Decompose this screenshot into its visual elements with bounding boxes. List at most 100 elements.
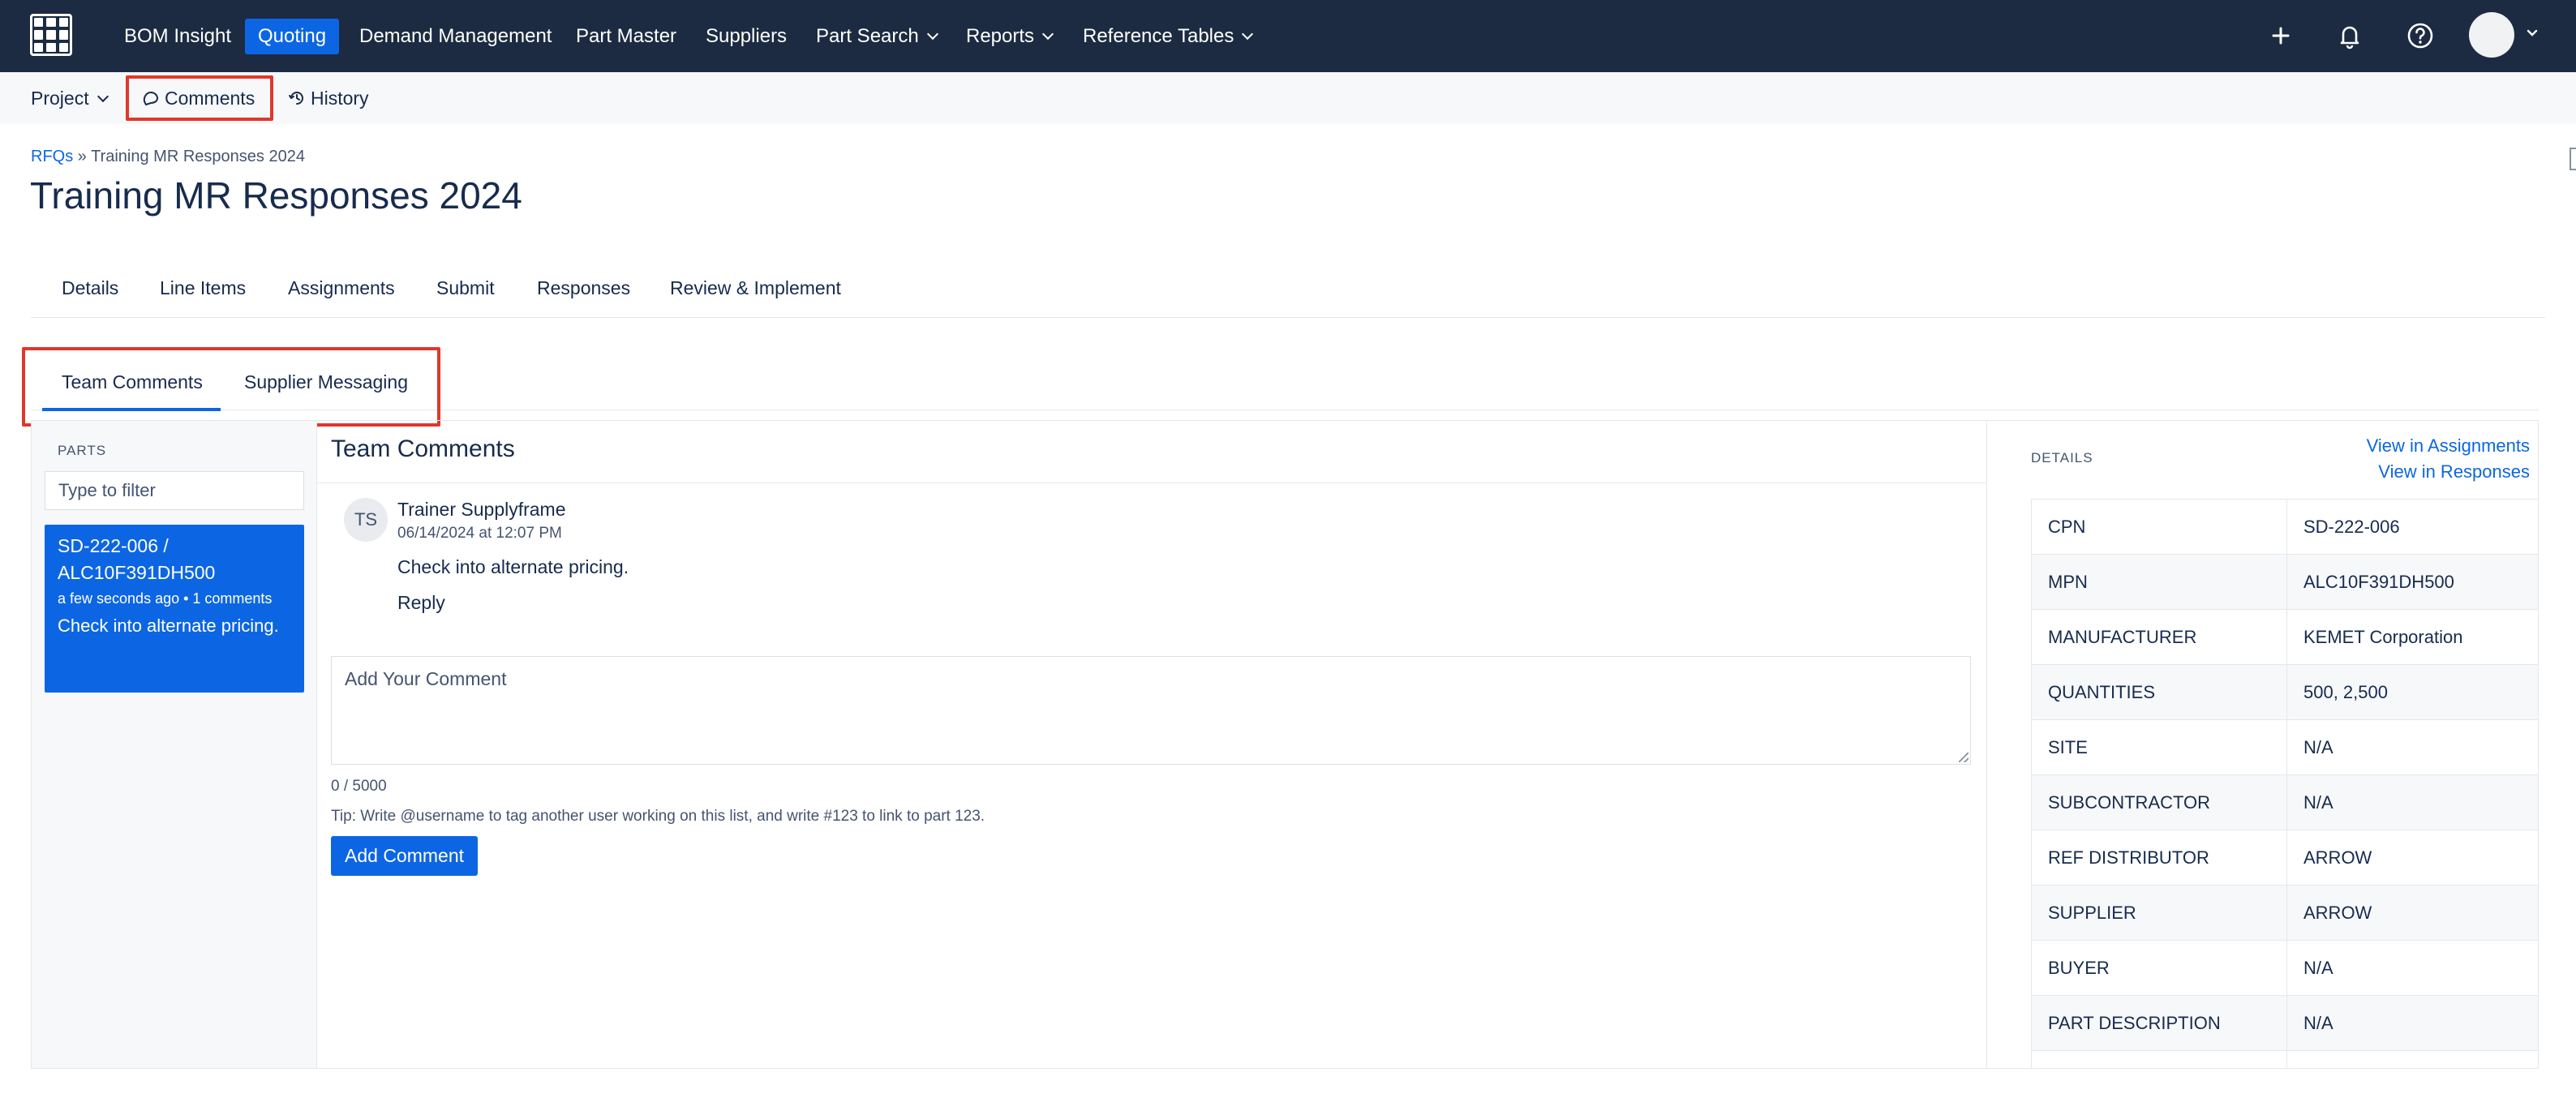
- project-menu[interactable]: Project: [31, 80, 109, 116]
- part-list-item[interactable]: SD-222-006 / ALC10F391DH500 a few second…: [45, 525, 304, 693]
- part-card-id: SD-222-006 /: [58, 535, 169, 556]
- detail-key: CPN: [2031, 499, 2287, 555]
- table-row: MPN ALC10F391DH500: [2031, 554, 2538, 610]
- project-menu-label: Project: [31, 88, 89, 109]
- table-row: BUYER N/A: [2031, 940, 2538, 996]
- detail-key: MPN: [2031, 554, 2287, 610]
- nav-reference-tables-label: Reference Tables: [1083, 25, 1234, 47]
- team-comments-section: Team Comments TS Trainer Supplyframe 06/…: [317, 421, 1986, 1068]
- comment-tip: Tip: Write @username to tag another user…: [331, 808, 985, 825]
- part-card-snippet: Check into alternate pricing.: [58, 615, 279, 636]
- comment-body: Check into alternate pricing.: [397, 556, 629, 577]
- detail-value: ARROW: [2286, 885, 2538, 941]
- nav-quoting[interactable]: Quoting: [245, 19, 340, 54]
- tab-responses[interactable]: Responses: [537, 277, 630, 299]
- detail-key: SUPPLIER: [2031, 885, 2287, 941]
- detail-value: N/A: [2286, 719, 2538, 775]
- chevron-down-icon: [926, 28, 938, 41]
- chevron-down-icon: [1242, 28, 1254, 41]
- comment-author: Trainer Supplyframe: [397, 499, 566, 520]
- nav-part-master[interactable]: Part Master: [576, 19, 676, 54]
- reply-link[interactable]: Reply: [397, 592, 445, 614]
- parts-filter-input[interactable]: [45, 471, 304, 510]
- table-row: QUANTITIES 500, 2,500: [2031, 664, 2538, 720]
- chevron-down-icon[interactable]: [2524, 24, 2540, 41]
- detail-value: N/A: [2286, 774, 2538, 830]
- comments-panel: PARTS SD-222-006 / ALC10F391DH500 a few …: [31, 420, 2539, 1069]
- tab-details[interactable]: Details: [62, 277, 118, 299]
- breadcrumb-current: Training MR Responses 2024: [91, 148, 305, 165]
- nav-demand-management[interactable]: Demand Management: [359, 19, 552, 54]
- detail-value: ARROW: [2286, 830, 2538, 886]
- detail-key: SUBCONTRACTOR: [2031, 774, 2287, 830]
- details-label: DETAILS: [2031, 450, 2093, 465]
- nav-reports-label: Reports: [966, 25, 1035, 47]
- detail-value: 1000: [2286, 1050, 2538, 1068]
- tab-assignments[interactable]: Assignments: [288, 277, 395, 299]
- view-in-assignments-link[interactable]: View in Assignments: [2367, 435, 2530, 457]
- detail-value: ALC10F391DH500: [2286, 554, 2538, 610]
- part-details-section: DETAILS View in Assignments View in Resp…: [1986, 421, 2538, 1068]
- top-navigation: BOM Insight Quoting Demand Management Pa…: [0, 0, 2576, 72]
- page-title: Training MR Responses 2024: [30, 174, 522, 217]
- detail-value: N/A: [2286, 940, 2538, 996]
- comment-input[interactable]: [331, 656, 1971, 765]
- character-count: 0 / 5000: [331, 778, 387, 795]
- table-row: REF QUANTITY1000: [2031, 1050, 2538, 1068]
- comment-tabs-highlight-box: [22, 347, 440, 427]
- bell-icon[interactable]: [2332, 18, 2368, 54]
- detail-value: 500, 2,500: [2286, 664, 2538, 720]
- table-row: MANUFACTURER KEMET Corporation: [2031, 609, 2538, 665]
- comments-highlight-box: [126, 75, 273, 121]
- rfq-tabs: Details Line Items Assignments Submit Re…: [31, 268, 2545, 318]
- view-in-responses-link[interactable]: View in Responses: [2378, 461, 2530, 483]
- detail-key: SITE: [2031, 719, 2287, 775]
- table-row: CPN SD-222-006: [2031, 499, 2538, 555]
- detail-key: PART DESCRIPTION: [2031, 995, 2287, 1051]
- nav-part-search-label: Part Search: [816, 25, 919, 47]
- table-row: SUBCONTRACTOR N/A: [2031, 774, 2538, 830]
- help-icon[interactable]: [2402, 18, 2438, 54]
- project-toolbar: Project Comments History: [0, 72, 2576, 124]
- table-row: REF DISTRIBUTOR ARROW: [2031, 830, 2538, 886]
- history-icon: [289, 91, 303, 105]
- app-grid-icon[interactable]: [30, 14, 72, 56]
- detail-value: SD-222-006: [2286, 499, 2538, 555]
- detail-key: QUANTITIES: [2031, 664, 2287, 720]
- comments-title: Team Comments: [331, 435, 515, 462]
- chevron-down-icon: [1041, 28, 1054, 41]
- page-edge-marker: [2570, 148, 2576, 170]
- detail-key: BUYER: [2031, 940, 2287, 996]
- nav-part-search[interactable]: Part Search: [816, 19, 938, 54]
- history-button[interactable]: History: [288, 80, 369, 116]
- add-comment-button[interactable]: Add Comment: [331, 836, 479, 876]
- detail-value: KEMET Corporation: [2286, 609, 2538, 665]
- part-card-mpn: ALC10F391DH500: [58, 562, 216, 583]
- comment-timestamp: 06/14/2024 at 12:07 PM: [397, 525, 562, 542]
- history-label: History: [311, 88, 369, 109]
- detail-key: REF DISTRIBUTOR: [2031, 830, 2287, 886]
- table-row: SITE N/A: [2031, 719, 2538, 775]
- parts-sidebar: PARTS SD-222-006 / ALC10F391DH500 a few …: [32, 421, 317, 1068]
- nav-suppliers[interactable]: Suppliers: [706, 19, 787, 54]
- avatar[interactable]: [2469, 12, 2514, 58]
- breadcrumb-separator: »: [77, 148, 87, 165]
- comment-author-avatar: TS: [344, 498, 388, 542]
- detail-key: MANUFACTURER: [2031, 609, 2287, 665]
- tab-submit[interactable]: Submit: [436, 277, 495, 299]
- detail-value: N/A: [2286, 995, 2538, 1051]
- table-row: SUPPLIER ARROW: [2031, 885, 2538, 941]
- breadcrumb: RFQs » Training MR Responses 2024: [31, 148, 305, 166]
- nav-reports[interactable]: Reports: [966, 19, 1054, 54]
- part-card-meta: a few seconds ago • 1 comments: [58, 590, 273, 607]
- resize-handle[interactable]: [1959, 753, 1968, 762]
- plus-icon[interactable]: [2263, 18, 2299, 54]
- tab-line-items[interactable]: Line Items: [160, 277, 246, 299]
- nav-bom-insight[interactable]: BOM Insight: [124, 19, 231, 54]
- nav-reference-tables[interactable]: Reference Tables: [1083, 19, 1254, 54]
- breadcrumb-rfqs-link[interactable]: RFQs: [31, 148, 73, 165]
- table-row: PART DESCRIPTION N/A: [2031, 995, 2538, 1051]
- parts-label: PARTS: [58, 443, 107, 458]
- detail-key: REF QUANTITY: [2031, 1050, 2287, 1068]
- tab-review-implement[interactable]: Review & Implement: [670, 277, 841, 299]
